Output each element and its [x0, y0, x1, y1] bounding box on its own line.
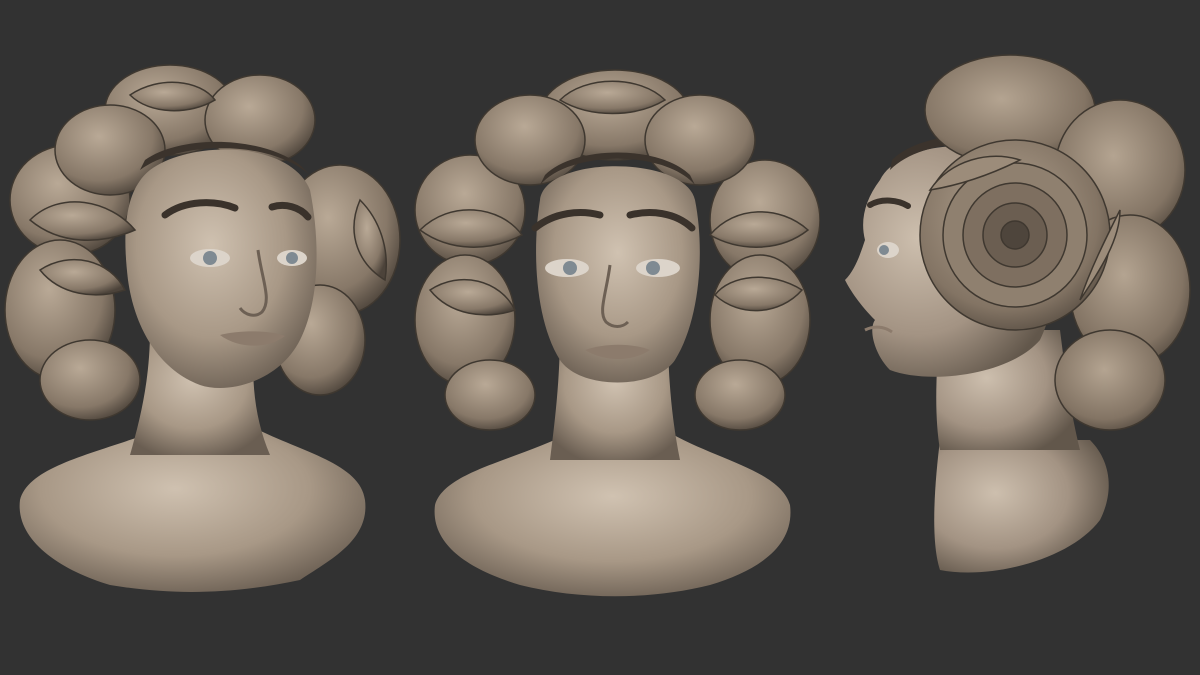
render-viewport — [0, 0, 1200, 675]
bust-profile-render — [845, 54, 1191, 573]
bust-front-view — [410, 0, 820, 675]
bust-front-render — [414, 69, 820, 597]
bust-three-quarter-view — [0, 0, 410, 675]
bust-profile-view — [820, 0, 1200, 675]
bust-three-quarter-render — [4, 64, 401, 592]
shoulders — [934, 440, 1109, 573]
